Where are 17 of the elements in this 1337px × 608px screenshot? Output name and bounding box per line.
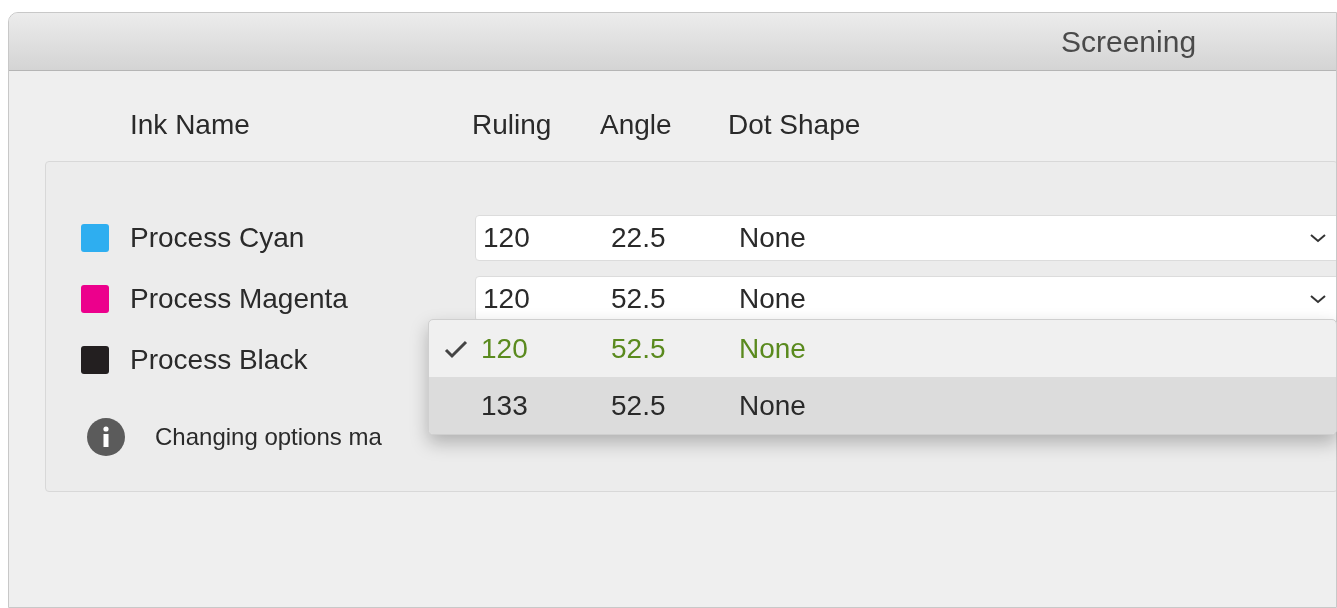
ink-name: Process Black: [130, 343, 308, 375]
ink-name: Process Cyan: [130, 221, 305, 253]
column-header: Angle: [600, 108, 673, 142]
chevron-icon: [1309, 292, 1327, 305]
checkmark-icon: [444, 338, 468, 359]
screening-dropdown[interactable]: 120 52.5 None: [475, 275, 1336, 322]
chevron-icon: [1309, 231, 1327, 244]
window-title: Screening: [1061, 24, 1197, 60]
column-header: Dot Shape: [728, 108, 862, 142]
info-message: Changing options ma: [155, 422, 382, 452]
info-icon: [87, 418, 125, 456]
column-header: Ink Name: [129, 108, 251, 142]
screening-dropdown[interactable]: 120 22.5 None: [475, 214, 1336, 261]
menu-item[interactable]: 133 52.5 None: [429, 377, 1336, 434]
menu-item[interactable]: 120 52.5 None: [429, 320, 1336, 377]
ink-name: Process Magenta: [130, 282, 348, 314]
column-header: Ruling: [472, 108, 553, 142]
